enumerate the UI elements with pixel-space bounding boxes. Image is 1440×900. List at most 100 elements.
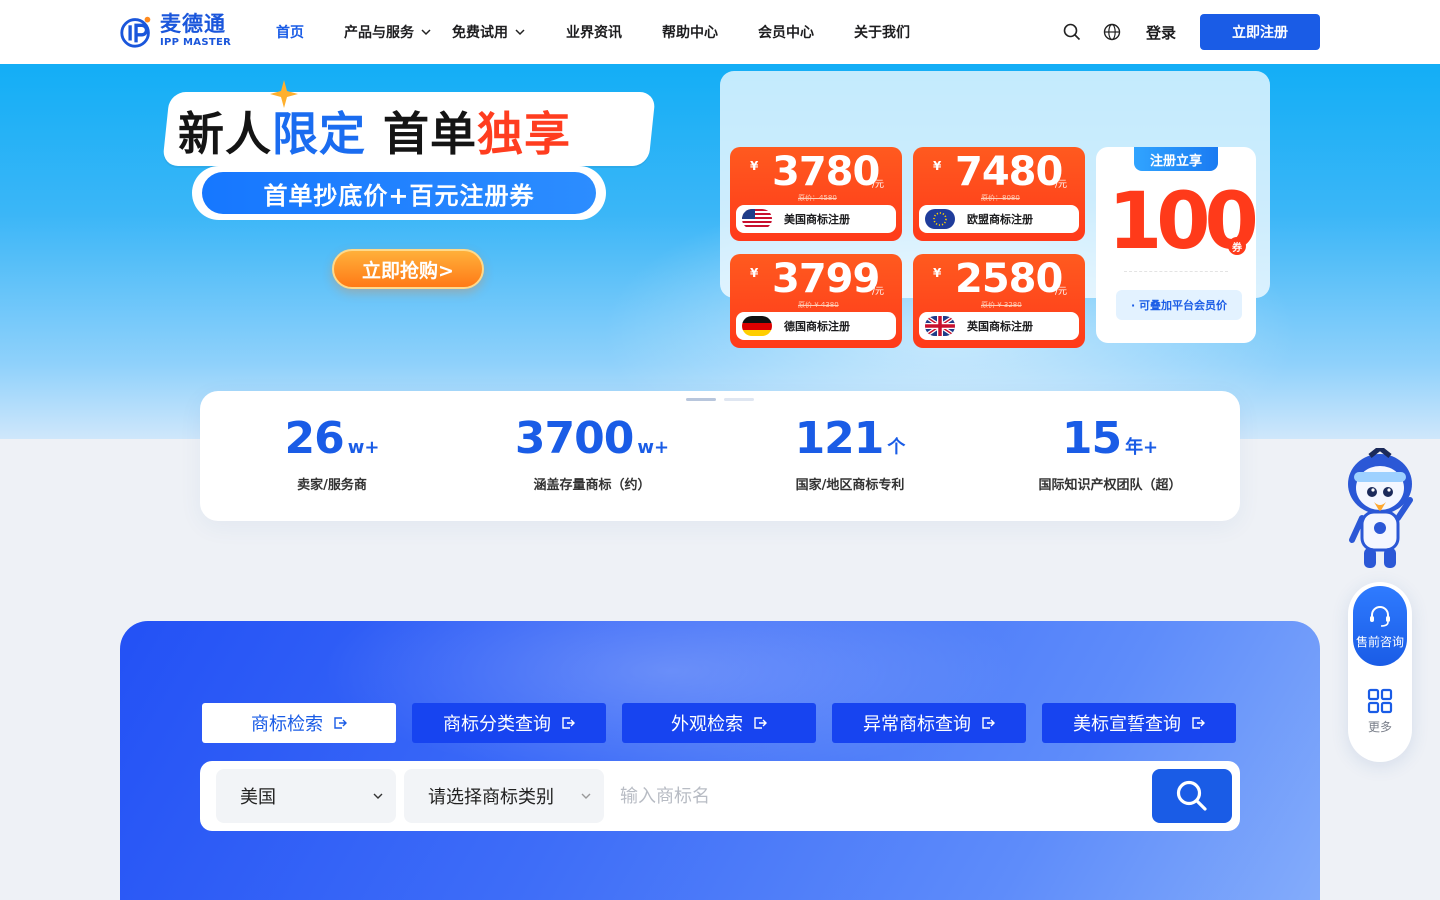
register-button[interactable]: 立即注册 [1200, 14, 1320, 50]
stat-suffix: 个 [887, 437, 906, 458]
buy-now-button[interactable]: 立即抢购> [332, 249, 484, 289]
hero-subtitle: 首单抄底价+百元注册券 [202, 172, 596, 214]
search-icon [1176, 780, 1207, 811]
trademark-name-input[interactable] [620, 769, 1140, 823]
coupon-card[interactable]: 注册立享 100 券 · 可叠加平台会员价 [1096, 147, 1259, 343]
original-price: 原价 ¥ 3280 [981, 301, 1022, 309]
country-select[interactable]: 美国 [216, 769, 396, 823]
logo-cn-text: 麦德通 [160, 12, 226, 36]
carousel-dots [686, 398, 754, 401]
external-link-icon [562, 717, 575, 729]
tab-trademark-search[interactable]: 商标检索 [202, 703, 396, 743]
germany-flag-icon [742, 316, 772, 336]
external-link-icon [1192, 717, 1205, 729]
globe-icon[interactable] [1102, 22, 1122, 42]
price-unit: /元 [871, 180, 884, 190]
nav-home[interactable]: 首页 [276, 22, 304, 42]
stat-suffix: w+ [637, 437, 670, 458]
carousel-dot-active[interactable] [686, 398, 716, 401]
stat-number: 26 [284, 413, 345, 464]
nav-products[interactable]: 产品与服务 [344, 22, 432, 42]
product-name: 欧盟商标注册 [967, 213, 1033, 226]
price-card-us[interactable]: ¥ 3780 /元 原价：4580 美国商标注册 [730, 147, 902, 241]
stat-label: 国家/地区商标专利 [795, 478, 905, 493]
hero-title-part1: 新人 [178, 107, 272, 161]
nav-news-label: 业界资讯 [566, 25, 622, 41]
hero-title: 新人限定 首单独享 [178, 98, 571, 164]
price-unit: /元 [1054, 180, 1067, 190]
eu-flag-icon [925, 209, 955, 229]
price-unit: /元 [871, 287, 884, 297]
nav-help-label: 帮助中心 [662, 25, 718, 41]
search-bar: 美国 请选择商标类别 [200, 761, 1240, 831]
price-amount: 7480 [955, 149, 1063, 195]
price-card-uk[interactable]: ¥ 2580 /元 原价 ¥ 3280 英国商标注册 [913, 254, 1085, 348]
search-submit-button[interactable] [1152, 769, 1232, 823]
mascot-icon[interactable] [1340, 448, 1420, 572]
currency-symbol: ¥ [933, 159, 942, 173]
original-price: 原价：8080 [981, 194, 1020, 202]
currency-symbol: ¥ [750, 266, 759, 280]
stat-suffix: 年+ [1125, 437, 1159, 458]
external-link-icon [982, 717, 995, 729]
nav-free-trial[interactable]: 免费试用 [452, 22, 526, 42]
stat-item: 15 年+ 国际知识产权团队（超） [980, 413, 1240, 493]
category-select[interactable]: 请选择商标类别 [404, 769, 604, 823]
hero-title-part4: 独享 [477, 107, 572, 161]
hero-title-part3: 首单 [366, 107, 478, 161]
tab-class-query[interactable]: 商标分类查询 [412, 703, 606, 743]
more-label: 更多 [1367, 720, 1392, 734]
headset-icon [1370, 605, 1390, 627]
category-select-value: 请选择商标类别 [428, 787, 554, 808]
price-amount: 3799 [772, 256, 880, 302]
stat-number: 15 [1061, 413, 1122, 464]
stat-label: 卖家/服务商 [297, 478, 367, 493]
nav-about-label: 关于我们 [854, 25, 910, 41]
stat-label: 国际知识产权团队（超） [1038, 478, 1182, 493]
nav-member[interactable]: 会员中心 [758, 22, 814, 42]
grid-icon [1367, 688, 1393, 714]
tab-design-search[interactable]: 外观检索 [622, 703, 816, 743]
us-flag-icon [742, 209, 772, 229]
presale-consult-button[interactable]: 售前咨询 [1353, 586, 1407, 666]
tab-label: 异常商标查询 [863, 714, 971, 735]
original-price: 原价：4580 [798, 194, 837, 202]
price-unit: /元 [1054, 287, 1067, 297]
product-name: 美国商标注册 [784, 213, 850, 226]
stat-label: 涵盖存量商标（约） [533, 478, 651, 493]
logo-en-text: IPP MASTER [160, 37, 232, 48]
stat-suffix: w+ [347, 437, 380, 458]
hero-title-part2: 限定 [272, 107, 366, 161]
stat-number: 3700 [514, 413, 634, 464]
original-price: 原价 ¥ 4380 [798, 301, 839, 309]
main-nav: 首页 产品与服务 免费试用 业界资讯 帮助中心 会员中心 关于我们 [276, 0, 950, 64]
tab-label: 商标检索 [251, 714, 323, 735]
search-icon[interactable] [1062, 22, 1082, 42]
nav-about[interactable]: 关于我们 [854, 22, 910, 42]
external-link-icon [334, 717, 347, 729]
logo[interactable]: 麦德通 IPP MASTER [118, 12, 231, 50]
coupon-tag: 注册立享 [1134, 147, 1218, 171]
nav-home-label: 首页 [276, 25, 304, 41]
carousel-dot[interactable] [724, 398, 754, 401]
more-button[interactable]: 更多 [1353, 688, 1407, 738]
tab-label: 商标分类查询 [443, 714, 551, 735]
tab-abnormal-query[interactable]: 异常商标查询 [832, 703, 1026, 743]
chevron-down-icon [373, 793, 383, 799]
nav-help[interactable]: 帮助中心 [662, 22, 718, 42]
price-card-eu[interactable]: ¥ 7480 /元 原价：8080 欧盟商标注册 [913, 147, 1085, 241]
nav-news[interactable]: 业界资讯 [566, 22, 622, 42]
price-amount: 2580 [955, 256, 1063, 302]
login-link[interactable]: 登录 [1146, 22, 1176, 43]
price-card-de[interactable]: ¥ 3799 /元 原价 ¥ 4380 德国商标注册 [730, 254, 902, 348]
chevron-down-icon [581, 793, 591, 799]
stat-item: 3700 w+ 涵盖存量商标（约） [462, 413, 722, 493]
tab-us-declaration-query[interactable]: 美标宣誓查询 [1042, 703, 1236, 743]
stats-panel: 26 w+ 卖家/服务商 3700 w+ 涵盖存量商标（约） 121 个 国家/地区商… [200, 391, 1240, 521]
country-select-value: 美国 [240, 787, 276, 808]
top-header: 麦德通 IPP MASTER 首页 产品与服务 免费试用 业界资讯 帮助中心 会… [0, 0, 1440, 64]
stat-item: 121 个 国家/地区商标专利 [720, 413, 980, 493]
chevron-down-icon [421, 29, 431, 36]
external-link-icon [754, 717, 767, 729]
logo-icon [120, 16, 151, 48]
